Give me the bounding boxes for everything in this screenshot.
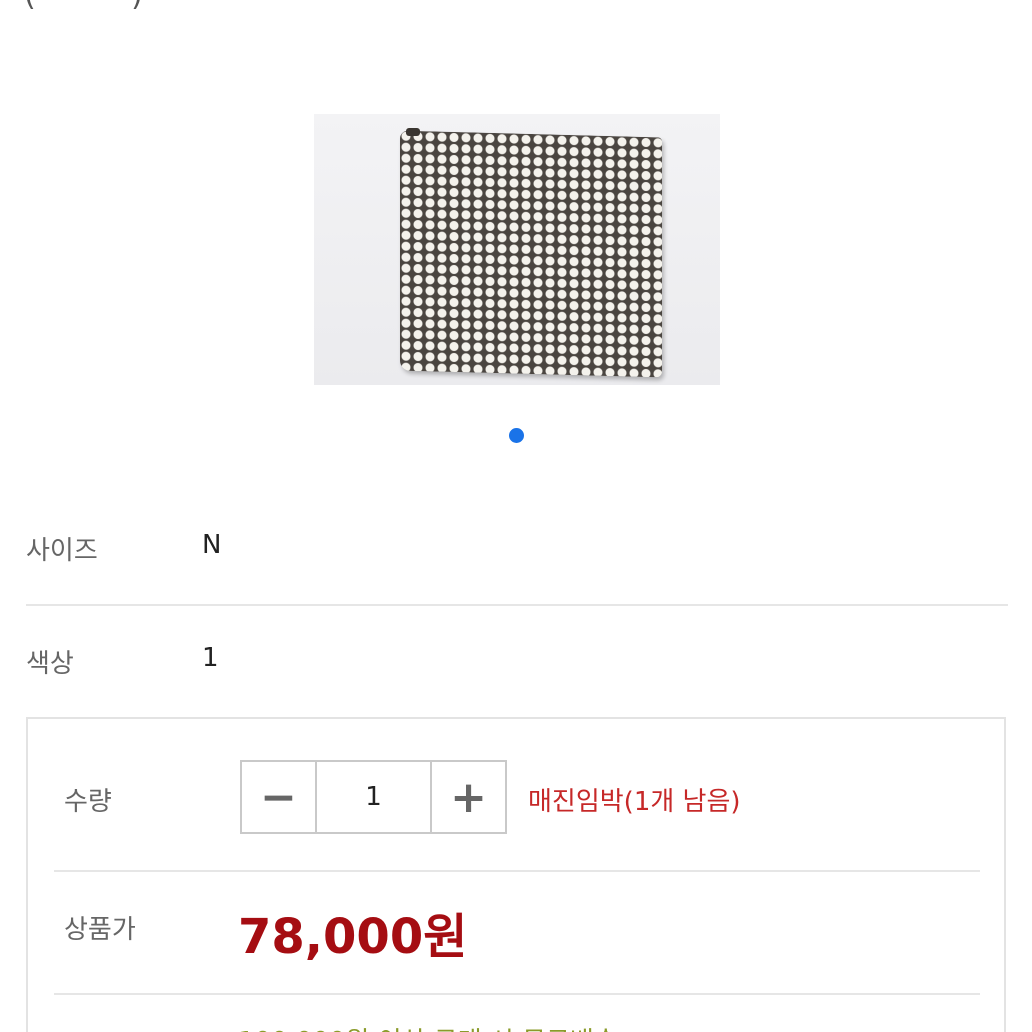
divider: [54, 870, 980, 872]
quantity-decrease-button[interactable]: −: [242, 762, 317, 832]
zipper-pull-icon: [406, 128, 420, 136]
product-image[interactable]: [314, 114, 720, 385]
minus-icon: −: [260, 771, 297, 823]
plus-icon: +: [450, 771, 487, 823]
divider: [26, 604, 1008, 606]
color-label: 색상: [26, 649, 74, 679]
price-label: 상품가: [64, 915, 136, 945]
size-label: 사이즈: [26, 536, 98, 566]
quantity-label: 수량: [64, 787, 112, 817]
price-value: 78,000원: [238, 909, 468, 965]
stock-warning: 매진임박(1개 남음): [528, 787, 741, 817]
page-title-fragment: ( ): [24, 0, 143, 13]
color-value: 1: [202, 643, 219, 673]
shipping-note: 100,000원 이상 구매 시 무료배송: [238, 1021, 618, 1032]
product-detail-page: ( ) 사이즈 N 색상 1 수량 − 1 + 매진임박(1개 남음) 상품가: [0, 0, 1032, 1032]
pouch-illustration: [400, 130, 662, 378]
size-value: N: [202, 530, 222, 560]
order-box: 수량 − 1 + 매진임박(1개 남음) 상품가 78,000원 100,000…: [26, 717, 1006, 1032]
quantity-input[interactable]: 1: [317, 762, 430, 832]
divider: [54, 993, 980, 995]
quantity-stepper: − 1 +: [240, 760, 507, 834]
quantity-increase-button[interactable]: +: [430, 762, 505, 832]
carousel-indicator-dot[interactable]: [509, 428, 524, 443]
